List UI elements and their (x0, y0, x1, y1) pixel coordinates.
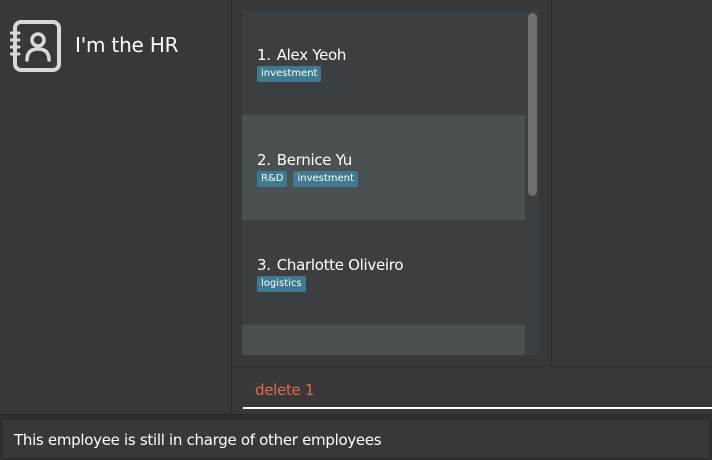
result-display-field: This employee is still in charge of othe… (2, 419, 710, 459)
employee-card-partial[interactable] (242, 325, 525, 355)
list-scrollbar-thumb[interactable] (528, 13, 537, 196)
employee-index: 2. (257, 151, 271, 169)
employee-card[interactable]: 3. Charlotte Oliveiro logistics (242, 220, 525, 325)
employee-name-text: Bernice Yu (276, 151, 353, 169)
employee-tags: investment (257, 66, 322, 82)
detail-panel (553, 0, 712, 366)
command-input-text: delete 1 (255, 381, 315, 399)
tag: investment (293, 171, 358, 187)
employee-list[interactable]: 1. Alex Yeoh investment 2. Bernice Yu R&D … (242, 10, 525, 355)
tag: logistics (257, 276, 306, 292)
employee-name-text: Charlotte Oliveiro (276, 256, 404, 274)
employee-tags: R&D investment (257, 171, 358, 187)
employee-name: 1. Alex Yeoh (257, 46, 346, 64)
app-title: I'm the HR (75, 33, 179, 57)
result-message: This employee is still in charge of othe… (14, 431, 382, 449)
tag: R&D (257, 171, 288, 187)
employee-index: 1. (257, 46, 271, 64)
employee-name-text: Alex Yeoh (276, 46, 347, 64)
result-display: This employee is still in charge of othe… (0, 414, 712, 460)
tag: investment (257, 66, 322, 82)
command-input[interactable]: delete 1 (243, 367, 712, 409)
employee-index: 3. (257, 256, 271, 274)
employee-list-panel: 1. Alex Yeoh investment 2. Bernice Yu R&D … (232, 0, 552, 366)
sidebar: I'm the HR (0, 0, 232, 413)
command-box: delete 1 (232, 366, 712, 413)
employee-card[interactable]: 1. Alex Yeoh investment (242, 10, 525, 115)
employee-tags: logistics (257, 276, 306, 292)
employee-name: 2. Bernice Yu (257, 151, 352, 169)
employee-card[interactable]: 2. Bernice Yu R&D investment (242, 115, 525, 220)
employee-name: 3. Charlotte Oliveiro (257, 256, 404, 274)
address-book-icon (10, 20, 61, 72)
